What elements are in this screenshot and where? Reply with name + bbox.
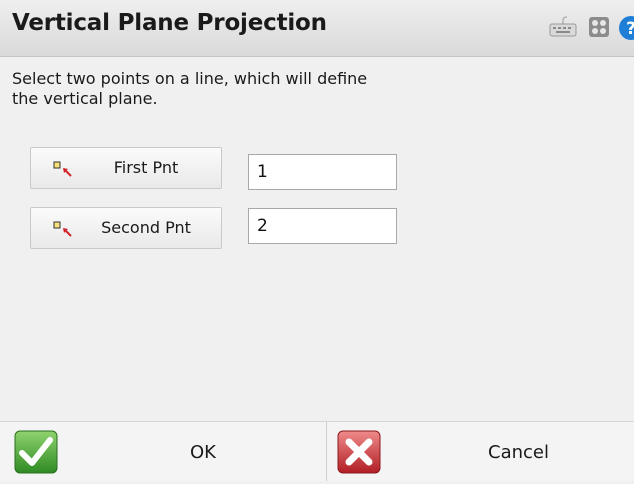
bottom-button-bar: OK Cancel <box>0 421 634 481</box>
second-point-label: Second Pnt <box>101 218 191 237</box>
svg-text:?: ? <box>626 19 634 39</box>
cancel-label: Cancel <box>488 442 549 463</box>
first-point-label: First Pnt <box>113 158 179 177</box>
cancel-button[interactable]: Cancel <box>327 422 634 481</box>
instructions-text: Select two points on a line, which will … <box>12 69 368 108</box>
second-point-button[interactable]: Second Pnt <box>30 207 222 249</box>
window-title: Vertical Plane Projection <box>12 10 327 36</box>
first-point-input[interactable] <box>248 154 397 190</box>
grid-icon[interactable] <box>588 15 610 39</box>
title-bar: Vertical Plane Projection <box>0 0 634 57</box>
second-point-input[interactable] <box>248 208 397 244</box>
main-panel: Select two points on a line, which will … <box>0 57 634 421</box>
keyboard-icon[interactable] <box>548 15 578 39</box>
green-checkmark-icon <box>12 428 60 476</box>
ok-label: OK <box>190 442 216 463</box>
ok-button[interactable]: OK <box>0 422 327 481</box>
first-point-button[interactable]: First Pnt <box>30 147 222 189</box>
red-x-icon <box>335 428 383 476</box>
help-icon[interactable]: ? <box>618 15 634 41</box>
